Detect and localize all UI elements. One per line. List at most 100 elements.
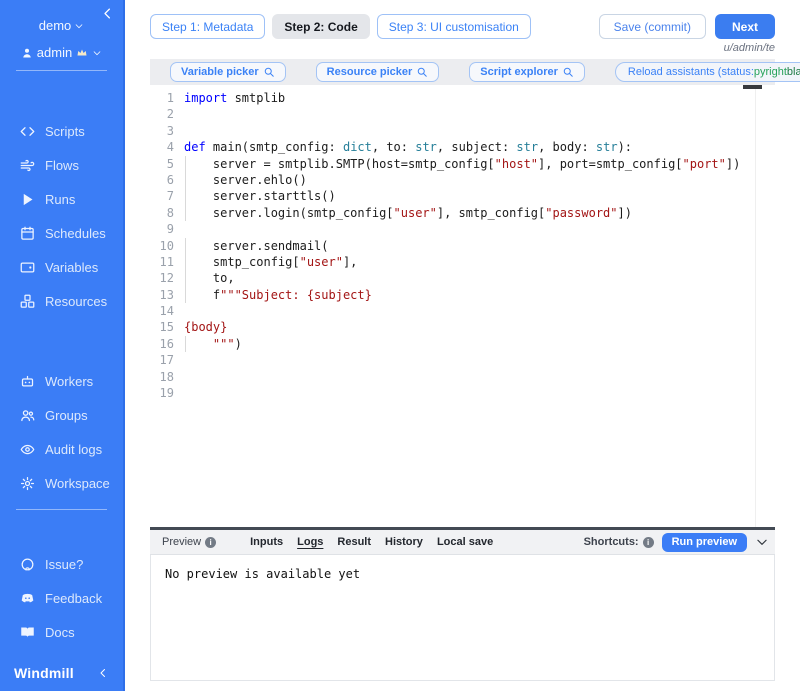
chevron-left-icon (100, 6, 115, 21)
app-window: demo admin Scripts Flows Runs Schedules Vari… (0, 0, 800, 691)
preview-tab-logs[interactable]: Logs (297, 536, 323, 548)
code-line[interactable] (184, 106, 775, 122)
line-number: 4 (150, 139, 174, 155)
gear-icon (20, 476, 35, 491)
code-line[interactable] (184, 385, 775, 401)
code-line[interactable]: server.ehlo() (184, 172, 775, 188)
sidebar-item-docs[interactable]: Docs (20, 622, 123, 642)
sidebar-item-workspace[interactable]: Workspace (20, 473, 123, 493)
line-number: 10 (150, 238, 174, 254)
code-line[interactable]: f"""Subject: {subject} (184, 287, 775, 303)
eye-icon (20, 442, 35, 457)
sidebar-item-label: Variables (45, 260, 98, 275)
code-line[interactable]: to, (184, 270, 775, 286)
calendar-icon (20, 226, 35, 241)
user-name: admin (37, 45, 72, 60)
chevron-down-icon[interactable] (755, 535, 769, 549)
picker-label: Resource picker (327, 66, 413, 78)
code-line[interactable] (184, 123, 775, 139)
bot-icon (20, 374, 35, 389)
info-icon[interactable] (205, 537, 216, 548)
variable-picker-button[interactable]: Variable picker (170, 62, 286, 82)
info-icon[interactable] (643, 537, 654, 548)
sidebar-item-flows[interactable]: Flows (20, 155, 123, 175)
picker-label: Script explorer (480, 66, 558, 78)
script-path: u/admin/te (150, 42, 775, 54)
brand-row: Windmill (14, 665, 109, 681)
search-icon (562, 66, 574, 78)
sidebar-item-runs[interactable]: Runs (20, 189, 123, 209)
code-line[interactable]: server.login(smtp_config["user"], smtp_c… (184, 205, 775, 221)
preview-tab-local-save[interactable]: Local save (437, 536, 493, 548)
sidebar-item-label: Workers (45, 374, 93, 389)
sidebar-item-schedules[interactable]: Schedules (20, 223, 123, 243)
wind-icon (20, 158, 35, 173)
run-preview-button[interactable]: Run preview (662, 533, 747, 552)
step-tab-step-1-metadata[interactable]: Step 1: Metadata (150, 14, 265, 39)
sidebar-item-scripts[interactable]: Scripts (20, 121, 123, 141)
line-numbers: 12345678910111213141516171819 (150, 90, 184, 527)
line-number: 9 (150, 221, 174, 237)
main-area: Step 1: Metadata Step 2: Code Step 3: UI c… (125, 0, 798, 691)
step-tabs: Step 1: Metadata Step 2: Code Step 3: UI c… (150, 14, 531, 39)
sidebar-item-label: Docs (45, 625, 75, 640)
code-line[interactable] (184, 352, 775, 368)
script-explorer-button[interactable]: Script explorer (469, 62, 585, 82)
code-line[interactable]: import smtplib (184, 90, 775, 106)
code-line[interactable]: server = smtplib.SMTP(host=smtp_config["… (184, 156, 775, 172)
sidebar-item-resources[interactable]: Resources (20, 291, 123, 311)
user-menu[interactable]: admin (0, 45, 123, 60)
sidebar-item-label: Runs (45, 192, 75, 207)
sidebar-item-variables[interactable]: Variables (20, 257, 123, 277)
line-number: 15 (150, 319, 174, 335)
book-icon (20, 625, 35, 640)
save-commit-button[interactable]: Save (commit) (599, 14, 706, 39)
sidebar-item-feedback[interactable]: Feedback (20, 588, 123, 608)
sidebar-item-issue[interactable]: Issue? (20, 554, 123, 574)
next-button[interactable]: Next (715, 14, 775, 39)
sidebar-nav-admin: Workers Groups Audit logs Workspace (0, 371, 123, 507)
search-icon (416, 66, 428, 78)
sidebar-divider (16, 70, 107, 71)
resource-picker-button[interactable]: Resource picker (316, 62, 440, 82)
sidebar-item-audit-logs[interactable]: Audit logs (20, 439, 123, 459)
chevron-left-icon[interactable] (97, 667, 109, 679)
code-line[interactable]: {body} (184, 319, 775, 335)
preview-output: No preview is available yet (150, 555, 775, 681)
code-line[interactable] (184, 221, 775, 237)
line-number: 19 (150, 385, 174, 401)
preview-header-right: Shortcuts: Run preview (584, 533, 769, 552)
reload-assistants-button[interactable]: Reload assistants (status: pyright black… (615, 62, 800, 82)
preview-tab-inputs[interactable]: Inputs (250, 536, 283, 548)
code-icon (20, 124, 35, 139)
code-line[interactable] (184, 369, 775, 385)
code-line[interactable] (184, 303, 775, 319)
code-line[interactable]: smtp_config["user"], (184, 254, 775, 270)
code-line[interactable]: server.starttls() (184, 188, 775, 204)
users-icon (20, 408, 35, 423)
editor-minimap[interactable] (755, 85, 775, 527)
shortcuts: Shortcuts: (584, 536, 654, 548)
code-line[interactable]: server.sendmail( (184, 238, 775, 254)
line-number: 12 (150, 270, 174, 286)
reload-label: Reload assistants (status: (628, 66, 754, 78)
boxes-icon (20, 294, 35, 309)
sidebar-collapse-button[interactable] (100, 6, 116, 22)
sidebar-item-workers[interactable]: Workers (20, 371, 123, 391)
sidebar-item-label: Issue? (45, 557, 83, 572)
preview-tab-history[interactable]: History (385, 536, 423, 548)
step-tab-step-2-code[interactable]: Step 2: Code (272, 14, 369, 39)
code-line[interactable]: """) (184, 336, 775, 352)
code-editor[interactable]: 12345678910111213141516171819 import smt… (150, 85, 775, 527)
code-line[interactable]: def main(smtp_config: dict, to: str, sub… (184, 139, 775, 155)
workspace-name: demo (39, 18, 72, 33)
sidebar-item-groups[interactable]: Groups (20, 405, 123, 425)
sidebar-item-label: Flows (45, 158, 79, 173)
preview-tab-result[interactable]: Result (337, 536, 371, 548)
brand-logo: Windmill (14, 665, 74, 681)
crown-icon (76, 47, 88, 59)
preview-empty-text: No preview is available yet (165, 567, 360, 581)
sidebar-item-label: Schedules (45, 226, 106, 241)
code-lines[interactable]: import smtplib def main(smtp_config: dict… (184, 90, 775, 527)
step-tab-step-3-ui-customisation[interactable]: Step 3: UI customisation (377, 14, 531, 39)
